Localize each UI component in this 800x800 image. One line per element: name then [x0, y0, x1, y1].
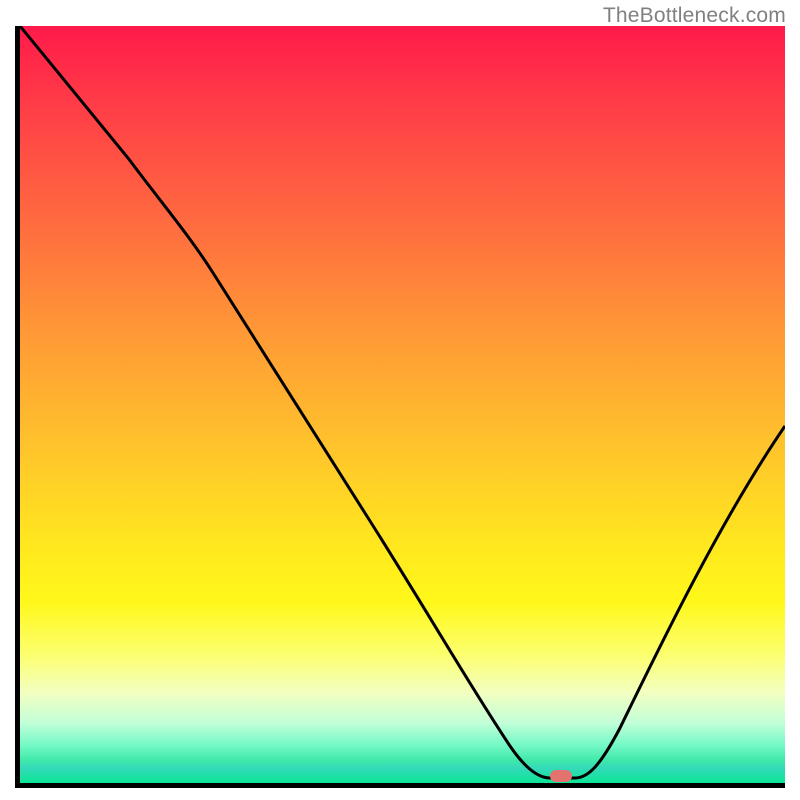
bottleneck-curve	[20, 26, 785, 783]
optimal-point-marker	[550, 770, 572, 782]
watermark-text: TheBottleneck.com	[603, 4, 786, 28]
chart-area	[15, 26, 785, 788]
